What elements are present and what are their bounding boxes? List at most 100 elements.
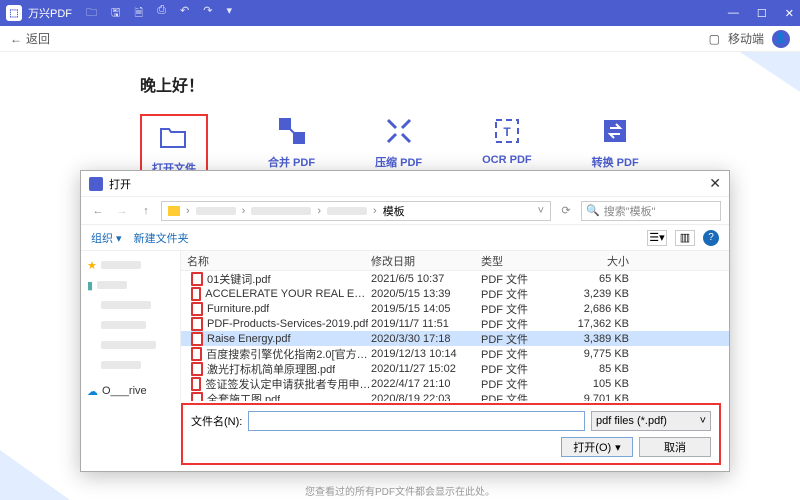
print-icon[interactable]: ⎙: [157, 4, 166, 23]
sidebar-item[interactable]: [87, 335, 174, 355]
subbar: ← 返回 ▢ 移动端 👤: [0, 26, 800, 52]
app-title: 万兴PDF: [28, 5, 72, 21]
back-arrow-icon: ←: [10, 32, 22, 46]
chevron-down-icon[interactable]: ˅: [538, 205, 544, 217]
folder-icon: [168, 206, 180, 216]
redo-icon[interactable]: ↷: [203, 4, 212, 23]
folder-icon[interactable]: 🗀: [86, 4, 97, 23]
breadcrumb-blur: [196, 207, 236, 215]
col-type[interactable]: 类型: [481, 253, 561, 269]
open-file-dialog: 打开 ✕ ← → ↑ › › › ›模板 ˅ ⟳ 🔍 搜索"模板" 组织 ▾ 新…: [80, 170, 730, 472]
mobile-icon[interactable]: ▢: [709, 32, 720, 46]
filetype-select[interactable]: pdf files (*.pdf) ˅: [591, 411, 711, 431]
file-row[interactable]: ACCELERATE YOUR REAL ESTATE DE...2020/5/…: [181, 286, 729, 301]
col-name[interactable]: 名称: [181, 253, 371, 269]
col-size[interactable]: 大小: [561, 253, 641, 269]
pdf-file-icon: [191, 272, 203, 286]
search-icon: 🔍: [586, 204, 600, 217]
convert-icon: [598, 114, 632, 148]
new-folder-button[interactable]: 新建文件夹: [134, 230, 189, 246]
folder-sidebar: ★ ▮ ☁O___rive 🖥此电脑: [81, 251, 181, 401]
file-row[interactable]: 百度搜索引擎优化指南2.0[官方版].pdf2019/12/13 10:14PD…: [181, 346, 729, 361]
window-controls: — ☐ ✕: [728, 7, 794, 20]
file-row[interactable]: 01关键词.pdf2021/6/5 10:37PDF 文件65 KB: [181, 271, 729, 286]
greeting: 晚上好！: [140, 72, 740, 96]
pdf-file-icon: [191, 347, 202, 361]
cancel-button[interactable]: 取消: [639, 437, 711, 457]
sidebar-item[interactable]: [87, 295, 174, 315]
file-rows: 01关键词.pdf2021/6/5 10:37PDF 文件65 KBACCELE…: [181, 271, 729, 401]
breadcrumb-current: 模板: [383, 203, 405, 219]
file-row[interactable]: 全套施工图.pdf2020/8/19 22:03PDF 文件9,701 KB: [181, 391, 729, 401]
file-list: 名称 修改日期 类型 大小 01关键词.pdf2021/6/5 10:37PDF…: [181, 251, 729, 401]
convert-label: 转换 PDF: [592, 154, 639, 170]
nav-back-button[interactable]: ←: [89, 202, 107, 220]
filename-label: 文件名(N):: [191, 413, 242, 429]
undo-icon[interactable]: ↶: [180, 4, 189, 23]
sidebar-item[interactable]: ★: [87, 255, 174, 275]
search-input[interactable]: 🔍 搜索"模板": [581, 201, 721, 221]
dropdown-icon[interactable]: ▾: [226, 4, 232, 23]
dialog-titlebar: 打开 ✕: [81, 171, 729, 197]
pdf-file-icon: [191, 377, 201, 391]
search-placeholder: 搜索"模板": [604, 203, 656, 219]
breadcrumb[interactable]: › › › ›模板 ˅: [161, 201, 551, 221]
filetype-value: pdf files (*.pdf): [596, 415, 667, 427]
compress-icon: [382, 114, 416, 148]
organize-button[interactable]: 组织 ▾: [91, 230, 122, 246]
sidebar-item-onedrive[interactable]: ☁O___rive: [87, 381, 174, 401]
avatar[interactable]: 👤: [772, 30, 790, 48]
dialog-close-button[interactable]: ✕: [709, 175, 721, 192]
sidebar-item[interactable]: [87, 355, 174, 375]
open-button[interactable]: 打开(O)▾: [561, 437, 633, 457]
minimize-icon[interactable]: —: [728, 7, 739, 20]
dialog-nav: ← → ↑ › › › ›模板 ˅ ⟳ 🔍 搜索"模板": [81, 197, 729, 225]
breadcrumb-blur: [251, 207, 311, 215]
chevron-down-icon: ˅: [700, 415, 706, 427]
view-mode-button[interactable]: ☰▾: [647, 230, 667, 246]
back-label: 返回: [26, 30, 50, 47]
file-list-header[interactable]: 名称 修改日期 类型 大小: [181, 251, 729, 271]
pdf-file-icon: [191, 392, 203, 402]
sidebar-item[interactable]: ▮: [87, 275, 174, 295]
titlebar-icons: 🗀 🖫 🗎 ⎙ ↶ ↷ ▾: [86, 4, 232, 23]
refresh-button[interactable]: ⟳: [557, 202, 575, 220]
merge-icon: [275, 114, 309, 148]
dialog-bottom: 文件名(N): pdf files (*.pdf) ˅ 打开(O)▾ 取消: [181, 403, 721, 465]
help-button[interactable]: ?: [703, 230, 719, 246]
ocr-icon: T: [490, 114, 524, 148]
ocr-label: OCR PDF: [482, 154, 532, 166]
dialog-app-icon: [89, 177, 103, 191]
file-icon[interactable]: 🗎: [134, 4, 143, 23]
pdf-file-icon: [191, 362, 203, 376]
pdf-file-icon: [191, 302, 203, 316]
close-icon[interactable]: ✕: [785, 7, 794, 20]
titlebar: ⬚ 万兴PDF 🗀 🖫 🗎 ⎙ ↶ ↷ ▾ — ☐ ✕: [0, 0, 800, 26]
filename-input[interactable]: [248, 411, 585, 431]
mobile-label[interactable]: 移动端: [728, 30, 764, 47]
footer-text: 您查看过的所有PDF文件都会显示在此处。: [0, 483, 800, 498]
maximize-icon[interactable]: ☐: [757, 7, 767, 20]
file-row[interactable]: Raise Energy.pdf2020/3/30 17:18PDF 文件3,3…: [181, 331, 729, 346]
dialog-body: ★ ▮ ☁O___rive 🖥此电脑 名称 修改日期 类型 大小 01关键词.p…: [81, 251, 729, 401]
dialog-toolbar: 组织 ▾ 新建文件夹 ☰▾ ▥ ?: [81, 225, 729, 251]
save-icon[interactable]: 🖫: [111, 4, 120, 23]
compress-label: 压缩 PDF: [375, 154, 422, 170]
file-row[interactable]: 激光打标机简单原理图.pdf2020/11/27 15:02PDF 文件85 K…: [181, 361, 729, 376]
file-row[interactable]: 签证签发认定申请获批者专用申请表(CN...2022/4/17 21:10PDF…: [181, 376, 729, 391]
open-file-icon: [157, 120, 191, 154]
nav-up-button[interactable]: ↑: [137, 202, 155, 220]
dialog-title: 打开: [109, 176, 131, 192]
pdf-file-icon: [191, 317, 203, 331]
app-logo: ⬚: [6, 5, 22, 21]
pdf-file-icon: [191, 332, 203, 346]
breadcrumb-blur: [327, 207, 367, 215]
preview-pane-button[interactable]: ▥: [675, 230, 695, 246]
nav-forward-button[interactable]: →: [113, 202, 131, 220]
sidebar-item[interactable]: [87, 315, 174, 335]
col-date[interactable]: 修改日期: [371, 253, 481, 269]
file-row[interactable]: PDF-Products-Services-2019.pdf2019/11/7 …: [181, 316, 729, 331]
merge-label: 合并 PDF: [268, 154, 315, 170]
file-row[interactable]: Furniture.pdf2019/5/15 14:05PDF 文件2,686 …: [181, 301, 729, 316]
back-button[interactable]: ← 返回: [10, 30, 50, 47]
